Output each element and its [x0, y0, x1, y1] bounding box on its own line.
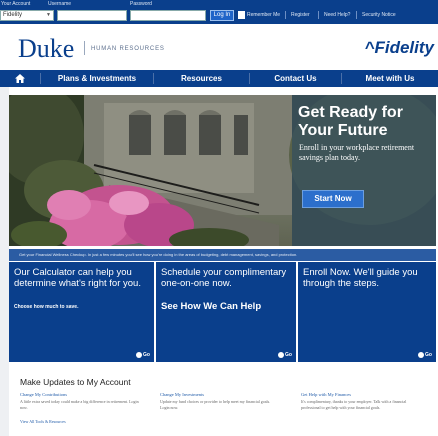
get-help-text: It's complimentary, thanks to your emplo… [301, 399, 407, 410]
login-bar: Your Account Username Password Fidelity … [0, 0, 438, 24]
divider [84, 41, 85, 55]
divider [356, 11, 357, 19]
register-link[interactable]: Register [291, 12, 310, 18]
get-help-link[interactable]: Get Help with My Finances [301, 392, 351, 397]
main-nav: Plans & Investments Resources Contact Us… [0, 70, 438, 87]
login-button[interactable]: Log In [210, 10, 234, 21]
go-icon [278, 352, 285, 358]
nav-home-button[interactable] [0, 70, 40, 87]
change-contributions-link[interactable]: Change My Contributions [20, 392, 67, 397]
view-all-tools-link[interactable]: View All Tools & Resources [20, 419, 66, 424]
password-input[interactable] [130, 10, 206, 21]
divider [285, 11, 286, 19]
remember-me-label[interactable]: Remember Me [247, 12, 280, 18]
calculator-promo-link[interactable]: Choose how much to save. [14, 304, 78, 310]
change-investments-link[interactable]: Change My Investments [160, 392, 204, 397]
enroll-promo[interactable]: Enroll Now. We'll guide you through the … [298, 262, 436, 362]
need-help-link[interactable]: Need Help? [324, 12, 350, 18]
consultation-promo[interactable]: Schedule your complimentary one-on-one n… [156, 262, 296, 362]
see-how-we-can-help-link[interactable]: See How We Can Help [161, 301, 261, 312]
page-margin [0, 87, 9, 436]
nav-contact-us[interactable]: Contact Us [250, 70, 341, 87]
divider [318, 11, 319, 19]
password-label: Password [130, 1, 152, 7]
duke-logo[interactable]: Duke [18, 34, 74, 64]
home-icon [15, 74, 25, 83]
wellness-strip-text: Get your Financial Wellness Checkup. In … [19, 252, 298, 257]
username-input[interactable] [57, 10, 127, 21]
consultation-go-button[interactable]: Go [278, 352, 292, 358]
start-now-button[interactable]: Start Now [302, 190, 364, 208]
enroll-promo-text: Enroll Now. We'll guide you through the … [303, 267, 418, 289]
go-icon [418, 352, 425, 358]
change-contributions-text: A little extra saved today could make a … [20, 399, 139, 410]
account-label: Your Account [1, 1, 31, 7]
fidelity-logo[interactable]: ^Fidelity [365, 38, 434, 58]
wellness-strip[interactable]: Get your Financial Wellness Checkup. In … [9, 249, 436, 261]
username-label: Username [48, 1, 72, 7]
site-header: Duke HUMAN RESOURCES ^Fidelity [0, 24, 438, 70]
account-updates-section: Make Updates to My Account Change My Con… [9, 362, 436, 436]
calculator-promo-text: Our Calculator can help you determine wh… [14, 267, 141, 289]
calculator-promo[interactable]: Our Calculator can help you determine wh… [9, 262, 154, 362]
nav-plans-investments[interactable]: Plans & Investments [41, 70, 153, 87]
department-name: HUMAN RESOURCES [91, 46, 165, 52]
hero-title: Get Ready for Your Future [298, 104, 403, 139]
security-notice-link[interactable]: Security Notice [362, 12, 396, 18]
hero-subtitle: Enroll in your workplace retirement savi… [299, 143, 415, 162]
chevron-down-icon: ▼ [46, 12, 51, 18]
go-icon [136, 352, 143, 358]
account-select-value: Fidelity [3, 12, 23, 18]
consultation-promo-text: Schedule your complimentary one-on-one n… [161, 267, 287, 289]
enroll-go-button[interactable]: Go [418, 352, 432, 358]
account-select[interactable]: Fidelity ▼ [0, 10, 54, 21]
calculator-go-button[interactable]: Go [136, 352, 150, 358]
nav-resources[interactable]: Resources [154, 70, 249, 87]
nav-meet-with-us[interactable]: Meet with Us [342, 70, 438, 87]
change-investments-text: Update my fund choices or provider to he… [160, 399, 271, 410]
updates-title: Make Updates to My Account [20, 377, 131, 387]
remember-me-checkbox[interactable] [238, 11, 245, 19]
